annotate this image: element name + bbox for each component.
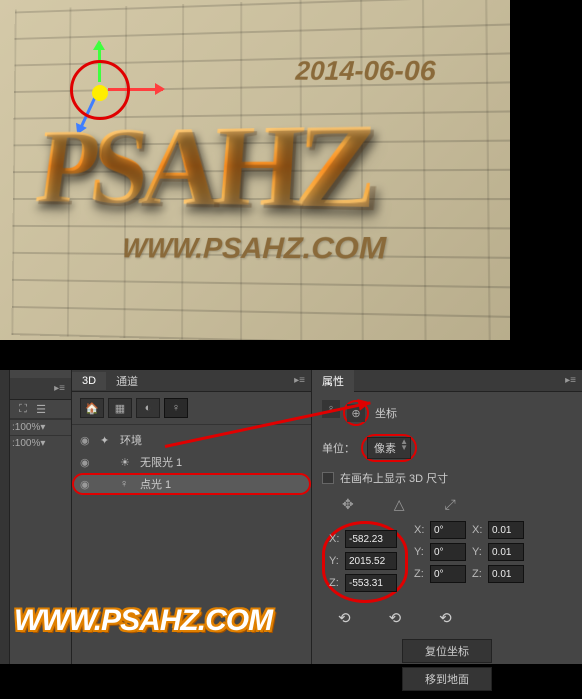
panel-edge <box>0 370 10 664</box>
move-to-ground-button[interactable]: 移到地面 <box>402 667 492 691</box>
action-buttons: 复位坐标 移到地面 <box>322 633 572 691</box>
sz-input[interactable] <box>488 565 524 583</box>
panel-menu-icon[interactable]: ▸≡ <box>288 375 311 386</box>
visibility-icon[interactable]: ◉ <box>80 478 94 491</box>
crop-icon[interactable]: ⛶ <box>16 402 30 416</box>
x-label: X: <box>329 533 343 545</box>
ry-label: Y: <box>414 546 428 558</box>
opacity-value: 100% <box>15 422 41 433</box>
ry-input[interactable] <box>430 543 466 561</box>
props-header: 属性 ▸≡ <box>312 370 582 392</box>
unit-label: 单位： <box>322 440 355 456</box>
main-3d-text: PSAHZ <box>30 97 373 237</box>
sx-label: X: <box>472 524 486 536</box>
rotate-icon[interactable]: △ <box>394 496 405 513</box>
environment-icon: ✦ <box>100 434 114 447</box>
tab-3d[interactable]: 3D <box>72 372 106 390</box>
item-label: 无限光 1 <box>140 454 182 470</box>
position-column: X: Y: Z: <box>329 530 397 592</box>
select-arrows-icon: ▲▼ <box>400 439 408 451</box>
scene-item-point-light[interactable]: ◉ ♀ 点光 1 <box>72 473 311 495</box>
item-label: 环境 <box>120 432 142 448</box>
sub-3d-text: WWW.PSAHZ.COM <box>121 231 387 267</box>
y-label: Y: <box>329 555 343 567</box>
x-input[interactable] <box>345 530 397 548</box>
filter-mesh-icon[interactable]: ▦ <box>108 398 132 418</box>
fill-row[interactable]: : 100% ▾ <box>10 435 71 451</box>
sz-label: Z: <box>472 568 486 580</box>
rz-input[interactable] <box>430 565 466 583</box>
point-light-icon: ♀ <box>120 478 134 490</box>
filter-light-icon[interactable]: ♀ <box>164 398 188 418</box>
scene-list: ◉ ✦ 环境 ◉ ☀ 无限光 1 ◉ ♀ 点光 1 <box>72 425 311 499</box>
section-label: 坐标 <box>375 405 397 421</box>
rotation-column: X: Y: Z: <box>414 521 466 583</box>
z-input[interactable] <box>345 574 397 592</box>
unit-value: 像素 <box>374 443 396 455</box>
sx-input[interactable] <box>488 521 524 539</box>
transform-mode-row: ✥ △ ⤢ <box>322 496 572 521</box>
date-3d-text: 2014-06-06 <box>295 55 436 88</box>
move-icon[interactable]: ✥ <box>342 496 354 513</box>
reset-coords-button[interactable]: 复位坐标 <box>402 639 492 663</box>
filter-material-icon[interactable]: ◐ <box>136 398 160 418</box>
filter-scene-icon[interactable]: 🏠 <box>80 398 104 418</box>
mini-header: ▸≡ <box>10 378 71 400</box>
reset-icons-row: ⟲ ⟲ ⟲ <box>322 603 572 633</box>
infinite-light-icon: ☀ <box>120 456 134 469</box>
show-3d-row[interactable]: 在画布上显示 3D 尺寸 <box>322 470 572 486</box>
y-input[interactable] <box>345 552 397 570</box>
filter-row: 🏠 ▦ ◐ ♀ <box>72 392 311 425</box>
layers-icon[interactable]: ☰ <box>34 402 48 416</box>
tab-properties[interactable]: 属性 <box>312 370 354 392</box>
opacity-row[interactable]: : 100% ▾ <box>10 419 71 435</box>
reset-rotation-icon[interactable]: ⟲ <box>389 609 402 627</box>
gizmo-origin[interactable] <box>92 85 108 101</box>
3d-panel-header: 3D 通道 ▸≡ <box>72 370 311 392</box>
tab-channels[interactable]: 通道 <box>106 370 148 392</box>
checkbox-label: 在画布上显示 3D 尺寸 <box>340 470 448 486</box>
unit-row: 单位： 像素 ▲▼ <box>322 434 572 462</box>
canvas-preview: 2014-06-06 PSAHZ WWW.PSAHZ.COM <box>0 0 510 340</box>
z-label: Z: <box>329 577 343 589</box>
panel-menu-icon[interactable]: ▸≡ <box>559 375 582 386</box>
rx-input[interactable] <box>430 521 466 539</box>
reset-position-icon[interactable]: ⟲ <box>338 609 351 627</box>
scale-column: X: Y: Z: <box>472 521 524 583</box>
rx-label: X: <box>414 524 428 536</box>
watermark: WWW.PSAHZ.COM <box>14 604 272 638</box>
panel-menu-icon[interactable]: ▸≡ <box>48 383 71 394</box>
scale-icon[interactable]: ⤢ <box>445 496 456 513</box>
rz-label: Z: <box>414 568 428 580</box>
visibility-icon[interactable]: ◉ <box>80 434 94 447</box>
scene-item-infinite-light[interactable]: ◉ ☀ 无限光 1 <box>72 451 311 473</box>
item-label: 点光 1 <box>140 476 171 492</box>
properties-panel: 属性 ▸≡ ♀ ⊕ 坐标 单位： 像素 ▲▼ <box>312 370 582 664</box>
checkbox[interactable] <box>322 472 334 484</box>
unit-select[interactable]: 像素 ▲▼ <box>367 437 411 459</box>
visibility-icon[interactable]: ◉ <box>80 456 94 469</box>
fill-value: 100% <box>15 438 41 449</box>
sy-input[interactable] <box>488 543 524 561</box>
reset-scale-icon[interactable]: ⟲ <box>439 609 452 627</box>
sy-label: Y: <box>472 546 486 558</box>
